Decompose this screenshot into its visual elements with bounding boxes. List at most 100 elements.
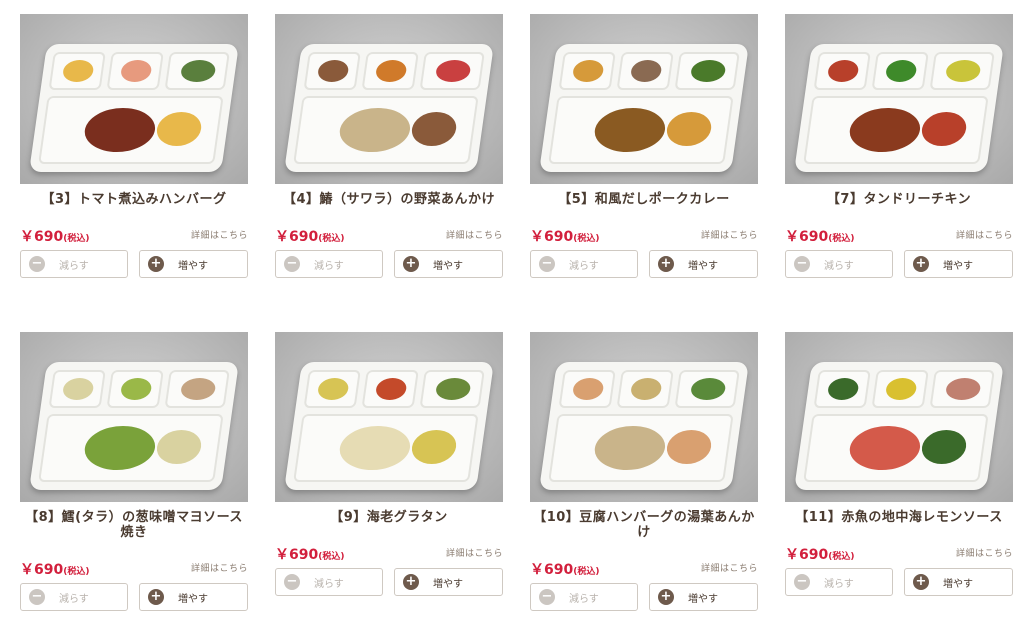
price-value: ￥690 [530,562,574,578]
details-link[interactable]: 詳細はこちら [701,228,758,241]
product-title[interactable]: 【7】タンドリーチキン [785,192,1013,207]
decrease-button[interactable]: − 減らす [785,568,893,596]
food-item [374,60,408,82]
product-card: 【4】鰆（サワラ）の野菜あんかけ ￥690(税込) 詳細はこちら − 減らす +… [275,14,503,278]
product-image[interactable] [530,332,758,502]
decrease-label: 減らす [824,260,854,272]
tray-compartment [361,370,419,408]
increase-button[interactable]: + 増やす [904,568,1013,596]
product-title[interactable]: 【5】和風だしポークカレー [530,192,758,207]
tray-compartment [303,52,361,90]
decrease-button[interactable]: − 減らす [275,250,383,278]
food-item [571,60,605,82]
product-image[interactable] [20,332,248,502]
minus-icon: − [794,256,810,272]
product-title[interactable]: 【10】豆腐ハンバーグの湯葉あんかけ [530,510,758,540]
food-item [591,426,668,470]
details-link[interactable]: 詳細はこちら [956,546,1013,559]
product-image[interactable] [20,14,248,184]
tray-compartment [48,52,106,90]
tray-compartment [616,52,674,90]
product-card: 【9】海老グラタン ￥690(税込) 詳細はこちら − 減らす + 増やす [275,332,503,596]
increase-button[interactable]: + 増やす [394,568,503,596]
tray-compartment [558,370,616,408]
tray-compartment [813,52,871,90]
product-image[interactable] [785,332,1013,502]
plus-icon: + [403,256,419,272]
food-item [336,108,413,152]
product-price: ￥690(税込) [530,226,599,246]
tray-compartment [419,52,485,90]
food-item [919,112,969,146]
decrease-button[interactable]: − 減らす [20,583,128,611]
decrease-button[interactable]: − 減らす [785,250,893,278]
food-item [591,108,668,152]
tray-compartment [813,370,871,408]
food-item [316,60,350,82]
increase-button[interactable]: + 増やす [139,583,248,611]
price-value: ￥690 [20,229,64,245]
product-image[interactable] [785,14,1013,184]
tray-compartment [164,52,230,90]
plus-icon: + [658,256,674,272]
product-title[interactable]: 【4】鰆（サワラ）の野菜あんかけ [275,192,503,207]
minus-icon: − [284,256,300,272]
product-title[interactable]: 【3】トマト煮込みハンバーグ [20,192,248,207]
food-item [154,430,204,464]
increase-label: 増やす [943,260,973,272]
product-image[interactable] [275,332,503,502]
product-price: ￥690(税込) [275,226,344,246]
decrease-button[interactable]: − 減らす [20,250,128,278]
tray-compartment [548,414,734,482]
increase-button[interactable]: + 増やす [394,250,503,278]
increase-button[interactable]: + 増やす [649,583,758,611]
tax-label: (税込) [63,234,90,244]
product-price: ￥690(税込) [785,226,854,246]
details-link[interactable]: 詳細はこちら [446,228,503,241]
food-item [81,426,158,470]
product-price: ￥690(税込) [530,559,599,579]
increase-label: 増やす [433,578,463,590]
food-item [884,378,918,400]
decrease-button[interactable]: − 減らす [530,583,638,611]
increase-label: 増やす [943,578,973,590]
food-item [571,378,605,400]
product-image[interactable] [530,14,758,184]
details-link[interactable]: 詳細はこちら [956,228,1013,241]
food-item [919,430,969,464]
decrease-button[interactable]: − 減らす [275,568,383,596]
details-link[interactable]: 詳細はこちら [701,561,758,574]
food-item [884,60,918,82]
tray-compartment [871,52,929,90]
tray-compartment [38,414,224,482]
product-price: ￥690(税込) [275,544,344,564]
plus-icon: + [148,256,164,272]
product-title[interactable]: 【8】鱈(タラ）の葱味噌マヨソース焼き [20,510,248,540]
bento-tray [29,362,239,490]
food-item [689,60,727,82]
product-title[interactable]: 【11】赤魚の地中海レモンソース [785,510,1013,525]
increase-button[interactable]: + 増やす [904,250,1013,278]
food-item [629,60,663,82]
bento-tray [29,44,239,172]
tray-compartment [164,370,230,408]
food-item [179,60,217,82]
increase-button[interactable]: + 増やす [139,250,248,278]
plus-icon: + [913,574,929,590]
tax-label: (税込) [318,234,345,244]
product-card: 【8】鱈(タラ）の葱味噌マヨソース焼き ￥690(税込) 詳細はこちら − 減ら… [20,332,248,611]
product-image[interactable] [275,14,503,184]
increase-button[interactable]: + 増やす [649,250,758,278]
tray-compartment [803,414,989,482]
increase-label: 増やす [688,593,718,605]
details-link[interactable]: 詳細はこちら [446,546,503,559]
details-link[interactable]: 詳細はこちら [191,561,248,574]
decrease-button[interactable]: − 減らす [530,250,638,278]
food-item [629,378,663,400]
details-link[interactable]: 詳細はこちら [191,228,248,241]
tray-compartment [303,370,361,408]
product-card: 【7】タンドリーチキン ￥690(税込) 詳細はこちら − 減らす + 増やす [785,14,1013,278]
minus-icon: − [539,589,555,605]
product-title[interactable]: 【9】海老グラタン [275,510,503,525]
plus-icon: + [148,589,164,605]
